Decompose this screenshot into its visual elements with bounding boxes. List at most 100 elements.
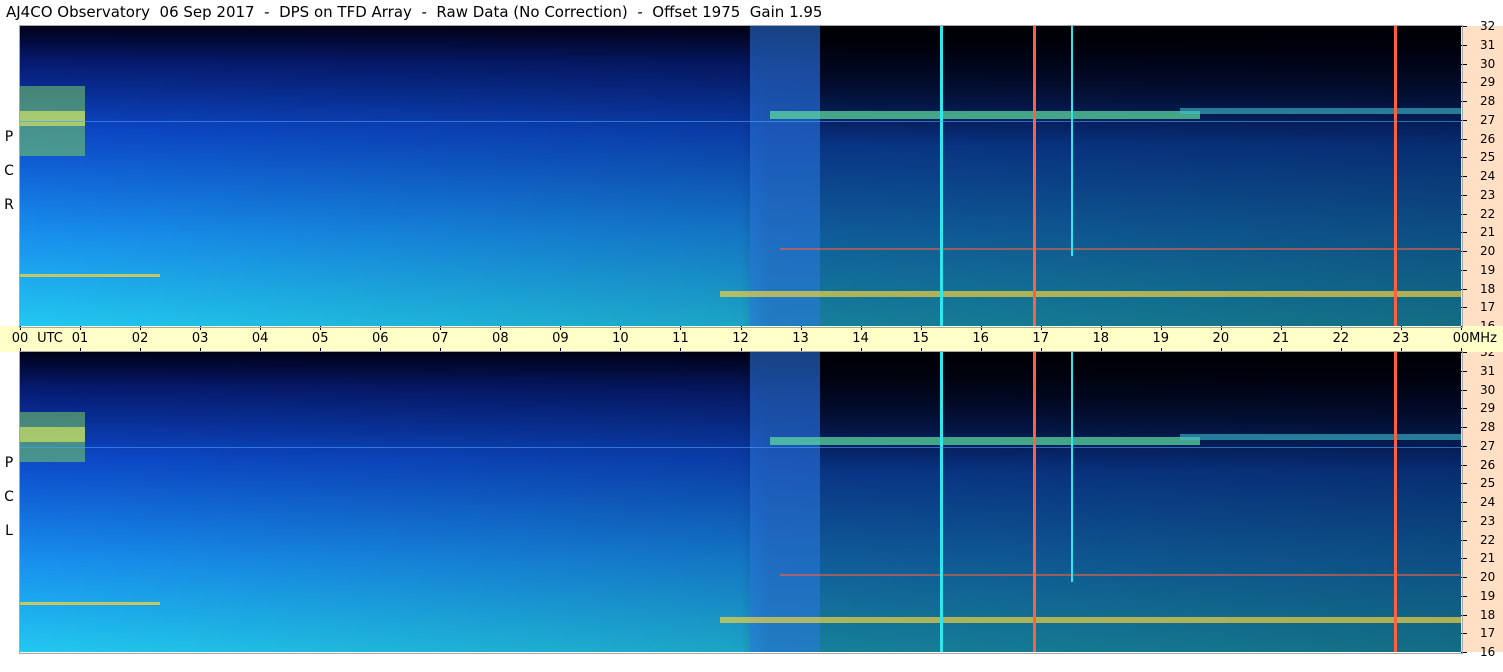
frequency-tick-label: 24 bbox=[1480, 169, 1496, 183]
rcp-spectrogram bbox=[20, 26, 1461, 326]
time-tick bbox=[1040, 326, 1042, 330]
frequency-tick-label: 18 bbox=[1480, 607, 1496, 622]
time-tick-label: 05 bbox=[311, 331, 329, 346]
time-tick bbox=[200, 348, 202, 352]
frequency-tick-label: 28 bbox=[1480, 94, 1496, 108]
time-tick bbox=[1400, 326, 1402, 330]
time-tick bbox=[1100, 348, 1102, 352]
time-tick bbox=[980, 348, 982, 352]
frequency-tick bbox=[1461, 370, 1467, 372]
frequency-tick bbox=[1461, 464, 1467, 466]
frequency-tick bbox=[1461, 483, 1467, 485]
chart-title: AJ4CO Observatory 06 Sep 2017 - DPS on T… bbox=[6, 3, 823, 21]
frequency-tick-label: 26 bbox=[1480, 457, 1496, 472]
time-tick bbox=[260, 348, 262, 352]
lcp-polarization-label: P C L bbox=[2, 446, 16, 548]
frequency-tick-label: 19 bbox=[1480, 262, 1496, 277]
lcp-vertical-line bbox=[940, 352, 943, 652]
frequency-tick bbox=[1461, 44, 1467, 46]
time-tick bbox=[560, 326, 562, 330]
frequency-tick bbox=[1461, 389, 1467, 391]
time-tick bbox=[1100, 326, 1102, 330]
time-tick-label: 08 bbox=[492, 331, 509, 346]
frequency-tick-label: 27 bbox=[1480, 438, 1496, 453]
frequency-tick-label: 26 bbox=[1480, 131, 1496, 146]
frequency-tick-label: 32 bbox=[1480, 19, 1496, 33]
frequency-tick-label: 29 bbox=[1480, 75, 1496, 90]
lcp-letter: P bbox=[4, 455, 14, 471]
time-tick bbox=[80, 348, 82, 352]
time-tick bbox=[740, 326, 742, 330]
time-tick-label: 01 bbox=[71, 331, 89, 346]
time-tick bbox=[920, 326, 922, 330]
frequency-tick bbox=[1461, 232, 1467, 234]
frequency-tick bbox=[1461, 558, 1467, 560]
time-tick-label: 11 bbox=[672, 331, 689, 346]
frequency-tick-label: 23 bbox=[1480, 187, 1496, 202]
time-tick bbox=[1461, 326, 1462, 330]
frequency-tick bbox=[1461, 288, 1467, 290]
frequency-tick-label: 18 bbox=[1480, 281, 1496, 296]
frequency-tick-label: 20 bbox=[1480, 244, 1496, 258]
frequency-tick bbox=[1461, 539, 1467, 541]
time-tick bbox=[1340, 326, 1342, 330]
time-tick-label: 09 bbox=[552, 331, 569, 346]
time-tick bbox=[140, 348, 142, 352]
time-tick-label: 03 bbox=[191, 331, 209, 346]
frequency-tick-label: 22 bbox=[1480, 206, 1496, 221]
time-tick bbox=[1040, 348, 1042, 352]
time-unit-label: UTC bbox=[37, 331, 63, 346]
time-tick bbox=[1160, 326, 1162, 330]
frequency-tick-label: 17 bbox=[1480, 626, 1496, 641]
time-tick bbox=[620, 326, 622, 330]
frequency-tick-label: 25 bbox=[1480, 476, 1496, 491]
time-tick bbox=[440, 348, 442, 352]
time-tick bbox=[1280, 348, 1282, 352]
time-tick-label: 06 bbox=[371, 331, 389, 346]
lcp-frequency-axis: 32 31 30 29 28 27 26 25 24 23 22 21 20 19 18 17 16 bbox=[1461, 346, 1503, 658]
rcp-vertical-line bbox=[1394, 26, 1397, 326]
time-tick-label: 23 bbox=[1392, 331, 1410, 346]
time-tick-label: 00 bbox=[1452, 331, 1470, 346]
time-tick-label: 04 bbox=[251, 331, 269, 346]
time-tick-label: 00 bbox=[11, 331, 29, 346]
time-tick-label: 19 bbox=[1152, 331, 1170, 346]
frequency-tick bbox=[1461, 408, 1467, 410]
frequency-tick-label: 23 bbox=[1480, 513, 1496, 528]
time-axis: UTC MHz 00 01 02 03 04 05 06 07 08 09 10 11 12 13 14 15… bbox=[0, 326, 1503, 352]
time-tick bbox=[320, 348, 322, 352]
frequency-tick-label: 30 bbox=[1480, 382, 1496, 397]
time-tick bbox=[680, 326, 682, 330]
frequency-tick bbox=[1461, 63, 1467, 65]
time-tick bbox=[140, 326, 142, 330]
time-tick-label: 21 bbox=[1272, 331, 1290, 346]
time-tick-label: 02 bbox=[131, 331, 149, 346]
rcp-frequency-axis: 3231302928272625242322212019181716 bbox=[1461, 20, 1503, 332]
frequency-tick-label: 19 bbox=[1480, 588, 1496, 603]
time-tick-label: 18 bbox=[1092, 331, 1110, 346]
frequency-tick bbox=[1461, 101, 1467, 102]
frequency-tick bbox=[1461, 614, 1467, 616]
time-tick bbox=[1340, 348, 1342, 352]
time-tick bbox=[1461, 348, 1462, 352]
time-tick bbox=[1220, 348, 1222, 352]
frequency-tick-label: 29 bbox=[1480, 401, 1496, 416]
frequency-tick bbox=[1461, 520, 1467, 522]
frequency-tick-label: 16 bbox=[1480, 645, 1496, 659]
time-tick bbox=[500, 326, 502, 330]
time-tick-label: 07 bbox=[432, 331, 449, 346]
time-tick bbox=[800, 326, 802, 330]
frequency-tick bbox=[1461, 307, 1467, 309]
rcp-spectrogram-image bbox=[20, 26, 1461, 326]
time-tick bbox=[980, 326, 982, 330]
lcp-letter: L bbox=[5, 523, 13, 539]
frequency-tick bbox=[1461, 26, 1467, 27]
time-tick bbox=[320, 326, 322, 330]
time-tick bbox=[560, 348, 562, 352]
time-tick bbox=[200, 326, 202, 330]
time-tick bbox=[20, 348, 21, 352]
time-tick bbox=[380, 326, 382, 330]
lcp-vertical-line bbox=[1071, 352, 1073, 582]
time-tick-label: 12 bbox=[732, 331, 749, 346]
frequency-tick-label: 27 bbox=[1480, 112, 1496, 127]
